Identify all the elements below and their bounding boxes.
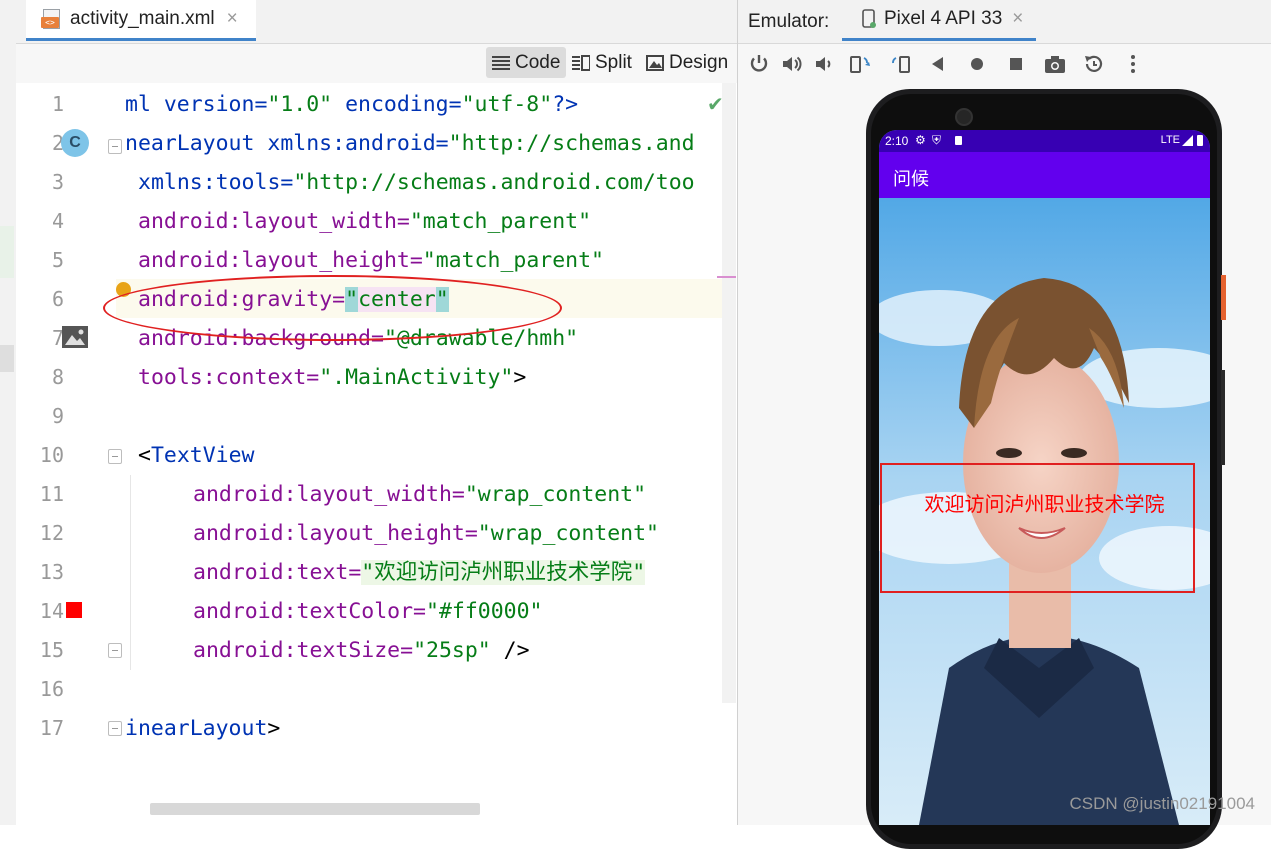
signal-icon bbox=[1182, 135, 1193, 146]
line-number: 6 bbox=[51, 287, 64, 311]
front-camera-icon bbox=[955, 108, 973, 126]
error-stripe-mark[interactable] bbox=[717, 276, 736, 278]
file-tab-label: activity_main.xml bbox=[70, 8, 215, 29]
line-number: 13 bbox=[39, 560, 64, 584]
status-bar: 2:10 ⚙ ⛨ LTE bbox=[879, 130, 1210, 152]
code-line-12: android:layout_height="wrap_content" bbox=[193, 521, 659, 546]
network-type: LTE bbox=[1160, 134, 1180, 146]
line-number: 16 bbox=[39, 677, 64, 701]
close-icon[interactable]: × bbox=[227, 8, 238, 30]
line-number: 4 bbox=[51, 209, 64, 233]
code-line-10: <TextView bbox=[138, 443, 255, 468]
snapshot-icon[interactable] bbox=[1082, 52, 1106, 76]
back-icon[interactable] bbox=[926, 52, 950, 76]
volume-down-icon[interactable] bbox=[812, 52, 836, 76]
line-number: 15 bbox=[39, 638, 64, 662]
device-tab-label: Pixel 4 API 33 bbox=[884, 8, 1003, 29]
image-icon bbox=[646, 54, 664, 71]
code-line-13: android:text="欢迎访问泸州职业技术学院" bbox=[193, 560, 646, 585]
horizontal-scrollbar[interactable] bbox=[150, 803, 480, 815]
line-number: 8 bbox=[51, 365, 64, 389]
code-area[interactable]: ml version="1.0" encoding="utf-8"?> near… bbox=[116, 83, 720, 803]
rotate-left-icon[interactable] bbox=[848, 52, 872, 76]
home-icon[interactable] bbox=[965, 52, 989, 76]
line-number: 10 bbox=[39, 443, 64, 467]
rotate-right-icon[interactable] bbox=[888, 52, 912, 76]
code-view-icon bbox=[492, 55, 510, 70]
emulator-tab-bar: Emulator: Pixel 4 API 33 × bbox=[738, 0, 1271, 44]
close-icon[interactable]: × bbox=[1012, 8, 1023, 30]
class-reference-icon[interactable]: C bbox=[61, 129, 89, 157]
design-view-button[interactable]: Design bbox=[640, 47, 734, 78]
line-number: 3 bbox=[51, 170, 64, 194]
color-swatch-icon[interactable] bbox=[66, 602, 82, 618]
line-number-gutter: 1 2 3 4 5 6 7 8 9 10 11 12 13 14 15 16 1… bbox=[16, 83, 131, 825]
file-tab-activity-main[interactable]: <> activity_main.xml × bbox=[26, 0, 256, 41]
device-phone-icon bbox=[862, 9, 876, 28]
line-number: 2 bbox=[51, 131, 64, 155]
watermark: CSDN @justin02191004 bbox=[1069, 794, 1255, 813]
emulator-toolbar bbox=[738, 44, 1271, 86]
line-number: 5 bbox=[51, 248, 64, 272]
view-mode-bar: Code Split Design bbox=[16, 44, 737, 83]
settings-icon: ⚙ bbox=[915, 133, 926, 147]
line-number: 12 bbox=[39, 521, 64, 545]
emulator-label: Emulator: bbox=[748, 11, 830, 32]
line-number: 1 bbox=[51, 92, 64, 116]
more-icon[interactable] bbox=[1121, 52, 1145, 76]
code-line-17: inearLayout> bbox=[125, 716, 281, 741]
line-number: 11 bbox=[39, 482, 64, 506]
overview-icon[interactable] bbox=[1004, 52, 1028, 76]
code-line-1: ml version="1.0" encoding="utf-8"?> bbox=[125, 92, 579, 117]
power-icon[interactable] bbox=[747, 52, 771, 76]
design-view-label: Design bbox=[669, 51, 729, 73]
battery-icon bbox=[1197, 135, 1203, 146]
code-view-button[interactable]: Code bbox=[486, 47, 567, 78]
screenshot-icon[interactable] bbox=[1043, 52, 1067, 76]
device-tab-pixel4[interactable]: Pixel 4 API 33 × bbox=[842, 0, 1036, 41]
shield-icon: ⛨ bbox=[932, 133, 942, 147]
split-view-label: Split bbox=[595, 51, 632, 73]
app-bar: 问候 bbox=[879, 152, 1210, 198]
code-line-15: android:textSize="25sp" /> bbox=[193, 638, 530, 663]
status-time: 2:10 bbox=[885, 134, 909, 148]
split-view-button[interactable]: Split bbox=[566, 47, 638, 78]
phone-volume-key[interactable] bbox=[1221, 370, 1225, 465]
code-line-3: xmlns:tools="http://schemas.android.com/… bbox=[138, 170, 695, 195]
line-number: 17 bbox=[39, 716, 64, 740]
code-line-14: android:textColor="#ff0000" bbox=[193, 599, 543, 624]
drawable-preview-icon[interactable] bbox=[61, 325, 89, 349]
code-line-2: nearLayout xmlns:android="http://schemas… bbox=[125, 131, 695, 156]
sim-card-icon bbox=[955, 136, 962, 145]
code-line-11: android:layout_width="wrap_content" bbox=[193, 482, 647, 507]
tool-window-strip bbox=[0, 0, 17, 825]
line-number: 14 bbox=[39, 599, 64, 623]
annotation-ellipse bbox=[103, 275, 562, 341]
volume-up-icon[interactable] bbox=[780, 52, 804, 76]
code-line-4: android:layout_width="match_parent" bbox=[138, 209, 592, 234]
annotation-rectangle bbox=[880, 463, 1195, 593]
code-view-label: Code bbox=[515, 51, 561, 73]
line-number: 9 bbox=[51, 404, 64, 428]
code-line-8: tools:context=".MainActivity"> bbox=[138, 365, 527, 390]
phone-power-key[interactable] bbox=[1221, 275, 1226, 320]
code-line-5: android:layout_height="match_parent" bbox=[138, 248, 604, 273]
line-number: 7 bbox=[51, 326, 64, 350]
app-title: 问候 bbox=[893, 169, 929, 189]
editor-tab-bar: <> activity_main.xml × bbox=[16, 0, 737, 44]
vertical-scrollbar[interactable] bbox=[722, 83, 736, 703]
xml-file-icon: <> bbox=[40, 8, 62, 30]
split-view-icon bbox=[572, 54, 590, 71]
